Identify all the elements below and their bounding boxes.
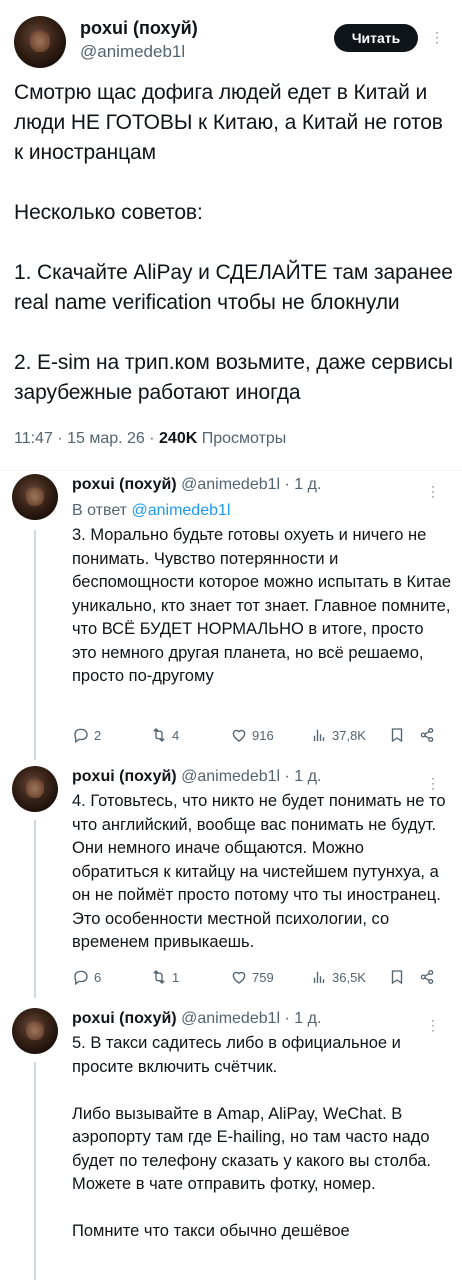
reply-to-link[interactable]: @animedeb1l [131, 502, 230, 519]
retweet-button[interactable]: 4 [150, 726, 179, 744]
tweet-text: Смотрю щас дофига людей едет в Китай и л… [14, 81, 453, 404]
bookmark-icon [391, 970, 403, 985]
action-bar: 6 1 759 36,5K [72, 968, 444, 990]
more-icon[interactable]: · · · [434, 26, 440, 48]
tweet-text: 3. Морально будьте готовы охуеть и ничег… [72, 526, 456, 685]
retweet-count: 4 [172, 727, 180, 743]
share-button[interactable] [418, 726, 440, 744]
follow-button[interactable]: Читать [334, 24, 418, 52]
reply-header: poxui (похуй) @animedeb1l · 1 д. [72, 1010, 321, 1028]
tweet-time[interactable]: 11:47 · 15 мар. 26 · [14, 430, 155, 447]
reply-icon [74, 728, 88, 744]
author-handle[interactable]: @animedeb1l [80, 42, 185, 62]
tweet-meta: 11:47 · 15 мар. 26 · 240K Просмотры [14, 430, 286, 448]
views-button[interactable]: 36,5K [310, 968, 366, 986]
avatar[interactable] [14, 16, 66, 68]
reply-icon [74, 970, 88, 986]
avatar[interactable] [12, 1008, 58, 1054]
like-count: 759 [252, 969, 274, 985]
thread-line [34, 820, 36, 998]
views-count: 240K [159, 430, 198, 447]
reply-to-prefix: В ответ [72, 502, 128, 519]
reply-count: 6 [94, 969, 102, 985]
like-count: 916 [252, 727, 274, 743]
thread-line [34, 530, 36, 760]
tweet-text: 4. Готовьтесь, что никто не будет понима… [72, 792, 451, 951]
divider [0, 470, 462, 471]
share-button[interactable] [418, 968, 440, 986]
views-label: Просмотры [201, 430, 287, 447]
share-icon [420, 969, 434, 985]
tweet-text: 5. В такси садитесь либо в официальное и… [72, 1034, 432, 1240]
views-icon [313, 971, 325, 983]
more-icon[interactable]: · · · [430, 1014, 436, 1036]
author-handle[interactable]: @animedeb1l · 1 д. [181, 476, 321, 493]
views-count: 36,5K [332, 969, 366, 985]
action-bar: 2 4 916 37,8K [72, 726, 444, 748]
author-handle[interactable]: @animedeb1l · 1 д. [181, 768, 321, 785]
bookmark-button[interactable] [388, 968, 410, 986]
thread-line [34, 1062, 36, 1280]
retweet-count: 1 [172, 969, 180, 985]
author-name[interactable]: poxui (похуй) [72, 476, 177, 493]
retweet-icon [153, 970, 165, 984]
author-handle[interactable]: @animedeb1l · 1 д. [181, 1010, 321, 1027]
views-button[interactable]: 37,8K [310, 726, 366, 744]
more-icon[interactable]: · · · [430, 480, 436, 502]
reply-to: В ответ @animedeb1l [72, 502, 230, 520]
avatar[interactable] [12, 766, 58, 812]
avatar[interactable] [12, 474, 58, 520]
bookmark-button[interactable] [388, 726, 410, 744]
author-name[interactable]: poxui (похуй) [72, 768, 177, 785]
views-icon [313, 729, 325, 741]
like-button[interactable]: 916 [230, 726, 274, 744]
retweet-icon [153, 728, 165, 742]
reply-button[interactable]: 2 [72, 726, 101, 744]
like-icon [232, 971, 246, 984]
more-icon[interactable]: · · · [430, 772, 436, 794]
reply-count: 2 [94, 727, 102, 743]
share-icon [420, 727, 434, 743]
author-name[interactable]: poxui (похуй) [72, 1010, 177, 1027]
retweet-button[interactable]: 1 [150, 968, 179, 986]
reply-header: poxui (похуй) @animedeb1l · 1 д. [72, 768, 321, 786]
reply-button[interactable]: 6 [72, 968, 101, 986]
like-icon [232, 729, 246, 742]
author-name[interactable]: poxui (похуй) [80, 18, 198, 39]
like-button[interactable]: 759 [230, 968, 274, 986]
bookmark-icon [391, 728, 403, 743]
reply-header: poxui (похуй) @animedeb1l · 1 д. [72, 476, 321, 494]
views-count: 37,8K [332, 727, 366, 743]
